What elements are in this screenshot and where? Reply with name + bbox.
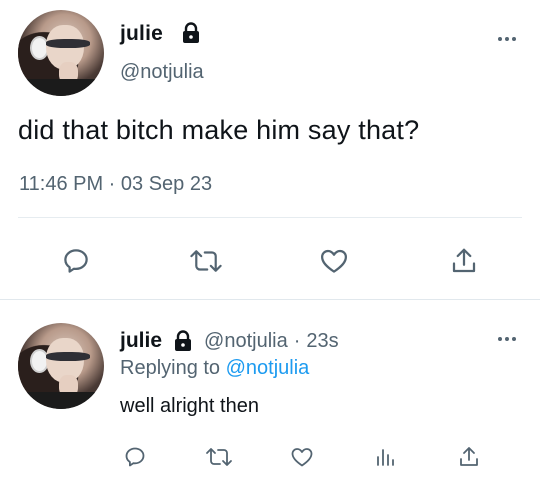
main-tweet: julie @notjulia did that bitch make him …: [0, 0, 540, 300]
reply-button[interactable]: [120, 442, 150, 472]
share-icon: [460, 447, 478, 466]
views-icon: [377, 449, 394, 466]
replying-to: Replying to @notjulia: [120, 357, 309, 380]
lock-icon: [183, 22, 199, 43]
share-button[interactable]: [454, 442, 484, 472]
like-icon: [291, 448, 313, 467]
tweet-separator: [0, 299, 540, 300]
more-icon[interactable]: [498, 337, 516, 341]
avatar[interactable]: [18, 323, 104, 409]
reply-header: julie @notjulia · 23s: [120, 327, 339, 355]
retweet-icon: [206, 448, 232, 466]
timestamp[interactable]: 11:46 PM · 03 Sep 23: [19, 173, 212, 196]
like-button[interactable]: [316, 243, 352, 279]
replying-prefix: Replying to: [120, 357, 221, 379]
lock-icon: [175, 330, 192, 351]
more-icon[interactable]: [498, 37, 516, 41]
handle[interactable]: @notjulia: [204, 330, 288, 353]
handle[interactable]: @notjulia: [120, 61, 204, 84]
separator: ·: [293, 329, 301, 352]
views-button[interactable]: [370, 442, 400, 472]
retweet-button[interactable]: [186, 243, 226, 279]
like-icon: [321, 249, 347, 273]
reply-button[interactable]: [58, 243, 94, 279]
share-icon: [452, 248, 476, 273]
tweet-text: did that bitch make him say that?: [18, 115, 420, 145]
display-name[interactable]: julie: [120, 329, 162, 353]
reply-icon: [64, 249, 88, 273]
tweet-age[interactable]: 23s: [306, 330, 338, 353]
like-button[interactable]: [287, 442, 317, 472]
retweet-icon: [190, 250, 222, 272]
avatar[interactable]: [18, 10, 104, 96]
share-button[interactable]: [446, 243, 482, 279]
replying-handle-link[interactable]: @notjulia: [226, 357, 310, 379]
reply-icon: [125, 447, 145, 467]
divider: [18, 217, 522, 218]
retweet-button[interactable]: [202, 442, 236, 472]
reply-text: well alright then: [120, 395, 259, 417]
display-name[interactable]: julie: [120, 22, 163, 46]
